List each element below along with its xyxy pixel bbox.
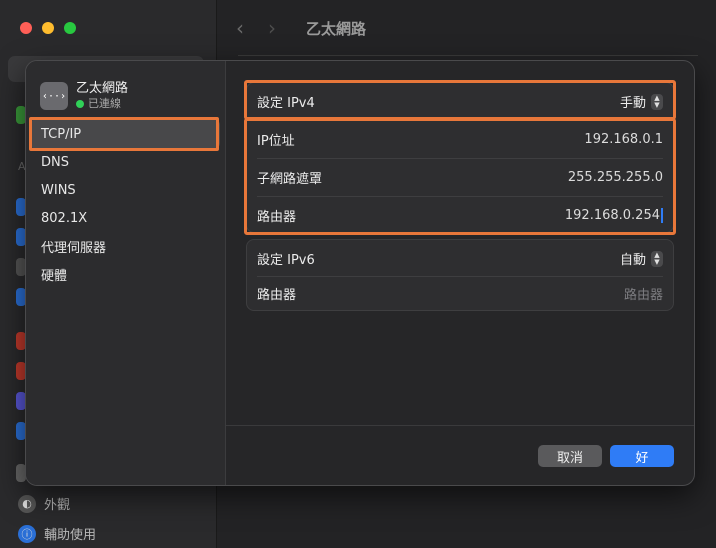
minimize-window-button[interactable] (42, 22, 54, 34)
interface-name: 乙太網路 (76, 81, 129, 96)
chevron-updown-icon: ▲ ▼ (651, 93, 663, 110)
configure-ipv4-value: 手動 (619, 96, 646, 111)
accessibility-icon: ⓘ (18, 524, 36, 543)
zoom-window-button[interactable] (64, 22, 76, 34)
tcpip-settings-sheet: ‹··› 乙太網路 已連線 TCP/IP DNS WINS 802.1X 代理伺… (25, 60, 695, 486)
cancel-button[interactable]: 取消 (538, 445, 602, 467)
interface-status: 已連線 (76, 97, 128, 111)
sidebar-item-accessibility[interactable]: ⓘ 輔助使用 (18, 524, 96, 543)
router-label: 路由器 (257, 210, 297, 225)
divider (238, 55, 698, 56)
subnet-mask-row: 子網路遮罩 255.255.255.0 (247, 159, 673, 196)
ip-address-field[interactable]: 192.168.0.1 (584, 132, 663, 147)
configure-ipv4-label: 設定 IPv4 (257, 96, 315, 111)
tab-8021x[interactable]: 802.1X (30, 203, 220, 233)
configure-ipv6-value: 自動 (619, 253, 646, 268)
router-value: 192.168.0.254 (564, 208, 660, 223)
interface-header: ‹··› 乙太網路 已連線 (40, 81, 128, 111)
configure-ipv4-popup[interactable]: 手動 ▲ ▼ (620, 92, 663, 111)
subnet-mask-label: 子網路遮罩 (257, 172, 323, 187)
text-cursor (661, 208, 663, 223)
sidebar-item-label: 輔助使用 (44, 528, 97, 543)
sidebar-item-label: 外觀 (44, 498, 71, 513)
ip-address-row: IP位址 192.168.0.1 (247, 121, 673, 158)
divider (226, 425, 694, 426)
tab-hardware[interactable]: 硬體 (30, 259, 220, 289)
tab-proxies[interactable]: 代理伺服器 (30, 231, 220, 261)
sheet-sidebar: ‹··› 乙太網路 已連線 TCP/IP DNS WINS 802.1X 代理伺… (26, 61, 226, 485)
sheet-content: 設定 IPv4 手動 ▲ ▼ IP位址 192.168.0.1 子網路遮罩 255… (226, 61, 694, 485)
ethernet-icon: ‹··› (40, 82, 68, 110)
configure-ipv6-row: 設定 IPv6 自動 ▲ ▼ (247, 240, 673, 277)
ipv4-group: 設定 IPv4 手動 ▲ ▼ IP位址 192.168.0.1 子網路遮罩 255… (246, 82, 674, 233)
router-row: 路由器 192.168.0.254 (247, 197, 673, 234)
back-chevron-icon[interactable]: ‹ (236, 16, 244, 40)
status-label: 已連線 (88, 97, 121, 110)
window-title: 乙太網路 (306, 20, 367, 38)
tab-tcpip[interactable]: TCP/IP (30, 119, 220, 149)
tab-wins[interactable]: WINS (30, 175, 220, 205)
router-field[interactable]: 192.168.0.254 (565, 208, 663, 223)
ipv6-group: 設定 IPv6 自動 ▲ ▼ 路由器 路由器 (246, 239, 674, 311)
tab-dns[interactable]: DNS (30, 147, 220, 177)
connected-status-icon (76, 100, 84, 108)
configure-ipv4-row: 設定 IPv4 手動 ▲ ▼ (247, 83, 673, 120)
subnet-mask-field[interactable]: 255.255.255.0 (568, 170, 663, 185)
chevron-updown-icon: ▲ ▼ (651, 250, 663, 267)
appearance-icon: ◐ (18, 494, 36, 513)
configure-ipv6-label: 設定 IPv6 (257, 253, 315, 268)
ipv6-router-field[interactable]: 路由器 (624, 284, 663, 303)
ipv6-router-row: 路由器 路由器 (247, 275, 673, 312)
configure-ipv6-popup[interactable]: 自動 ▲ ▼ (620, 249, 663, 268)
ok-button[interactable]: 好 (610, 445, 674, 467)
forward-chevron-icon[interactable]: › (268, 16, 276, 40)
ipv6-router-label: 路由器 (257, 288, 297, 303)
sidebar-item-appearance[interactable]: ◐ 外觀 (18, 494, 70, 513)
close-window-button[interactable] (20, 22, 32, 34)
ip-address-label: IP位址 (257, 134, 295, 149)
